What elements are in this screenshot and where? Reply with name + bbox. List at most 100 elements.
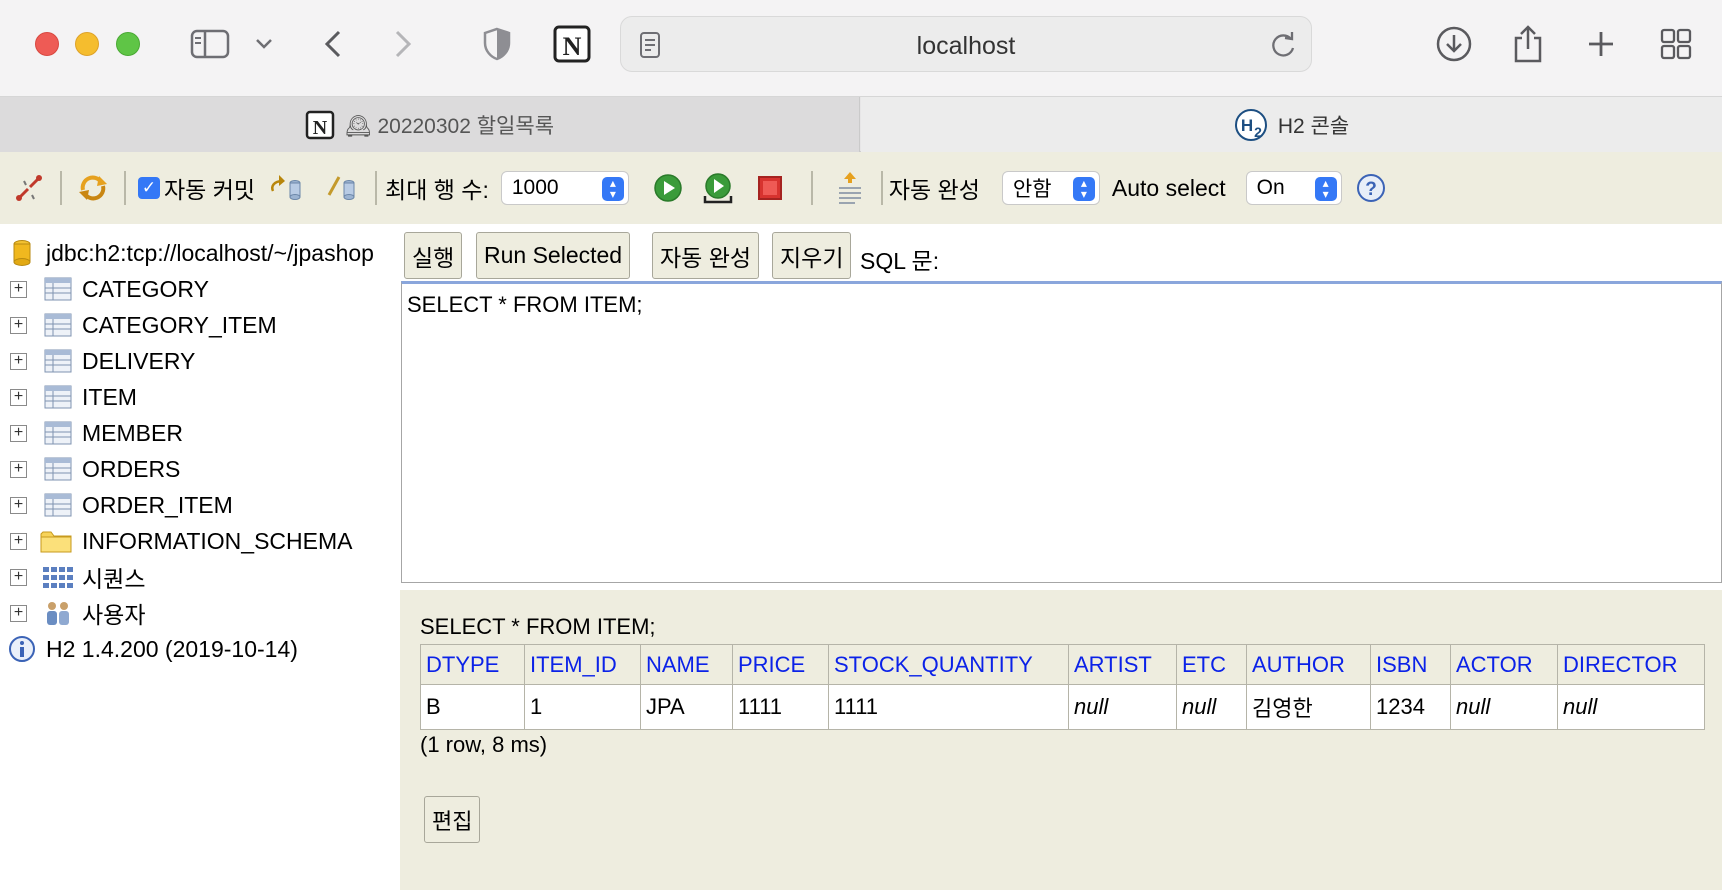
table-icon [44,349,72,373]
max-rows-value: 1000 [511,176,559,199]
expand-icon[interactable]: + [10,604,27,622]
table-label: ORDERS [82,455,181,482]
column-header[interactable]: PRICE [732,644,829,685]
table-icon [44,421,72,445]
run-button[interactable]: 실행 [404,232,463,279]
run-icon[interactable] [651,171,685,205]
table-cell: null [1068,684,1177,730]
result-info: (1 row, 8 ms) [420,732,548,757]
rollback-icon[interactable] [269,171,303,205]
run-selected-button[interactable]: Run Selected [476,232,631,279]
table-label: DELIVERY [82,347,196,374]
table-cell: 1111 [828,684,1069,730]
expand-icon[interactable]: + [10,496,27,514]
tab-overview-icon[interactable] [1658,20,1694,68]
autocomplete-select[interactable]: 안함 ▴ ▾ [1001,171,1100,205]
table-icon [44,277,72,301]
commit-icon[interactable] [325,171,359,205]
table-label: MEMBER [82,419,183,446]
column-header[interactable]: AUTHOR [1246,644,1371,685]
clear-button[interactable]: 지우기 [772,232,852,279]
table-cell: JPA [640,684,733,730]
tab-h2-console[interactable]: H2 H2 콘솔 [861,97,1722,152]
max-rows-select[interactable]: 1000 ▴ ▾ [500,171,629,205]
expand-icon[interactable]: + [10,388,27,406]
tab-todo-label: 🕰 20220302 할일목록 [344,114,555,138]
h2-logo-icon: H2 [1234,108,1267,141]
autocomplete-label: 자동 완성 [888,177,980,203]
schema-label: INFORMATION_SCHEMA [82,527,353,554]
toolbar-separator [375,171,378,205]
refresh-icon[interactable] [76,171,110,205]
toolbar-separator [124,171,126,205]
tab-h2-label: H2 콘솔 [1277,114,1350,138]
table-label: ITEM [82,383,137,410]
table-label: CATEGORY_ITEM [82,311,277,338]
sequence-icon [43,567,73,588]
tab-todo[interactable]: N 🕰 20220302 할일목록 [0,97,860,152]
shield-icon[interactable] [482,20,512,68]
reload-icon[interactable] [1269,30,1297,65]
back-icon[interactable] [318,20,348,68]
column-header[interactable]: ARTIST [1068,644,1177,685]
select-arrows-icon: ▴ ▾ [1314,177,1337,201]
address-bar[interactable]: localhost [620,16,1312,72]
table-cell: null [1450,684,1558,730]
share-icon[interactable] [1510,20,1546,68]
expand-icon[interactable]: + [10,280,27,298]
sql-editor[interactable]: SELECT * FROM ITEM; [401,281,1722,583]
disconnect-icon[interactable] [12,171,46,205]
column-header[interactable]: DIRECTOR [1557,644,1705,685]
download-icon[interactable] [1434,20,1474,68]
expand-icon[interactable]: + [10,568,27,586]
autocomplete-button[interactable]: 자동 완성 [652,232,760,279]
auto-commit-checkbox[interactable]: ✓ [138,177,160,199]
chevron-down-icon[interactable] [252,20,276,68]
table-cell: null [1557,684,1705,730]
info-icon [9,636,35,662]
toolbar-separator [880,171,883,205]
sequences-label: 시퀀스 [82,566,146,592]
column-header[interactable]: ACTOR [1450,644,1558,685]
notion-extension-icon[interactable]: N [552,20,592,68]
table-cell: 1234 [1370,684,1451,730]
select-arrows-icon: ▴ ▾ [601,177,624,201]
version-label: H2 1.4.200 (2019-10-14) [46,635,298,662]
toolbar-separator [60,171,62,205]
url-text: localhost [916,32,1016,60]
result-sql-text: SELECT * FROM ITEM; [420,614,656,639]
expand-icon[interactable]: + [10,352,27,370]
history-icon[interactable] [833,171,867,205]
users-label: 사용자 [82,602,146,628]
expand-icon[interactable]: + [10,532,27,550]
table-cell: B [420,684,525,730]
table-label: CATEGORY [82,275,209,302]
window-close-button[interactable] [35,32,59,56]
table-cell: 1111 [732,684,829,730]
column-header[interactable]: ITEM_ID [524,644,641,685]
auto-select-label: Auto select [1111,174,1226,201]
expand-icon[interactable]: + [10,316,27,334]
edit-button[interactable]: 편집 [424,796,481,843]
svg-text:H: H [1241,116,1253,135]
column-header[interactable]: NAME [640,644,733,685]
expand-icon[interactable]: + [10,460,27,478]
stop-icon[interactable] [753,171,787,205]
toolbar-separator [810,171,813,205]
new-tab-icon[interactable] [1584,20,1618,68]
table-icon [44,457,72,481]
sidebar-toggle-icon[interactable] [188,20,232,68]
column-header[interactable]: ISBN [1370,644,1451,685]
column-header[interactable]: STOCK_QUANTITY [828,644,1069,685]
window-minimize-button[interactable] [75,32,99,56]
column-header[interactable]: DTYPE [420,644,525,685]
forward-icon[interactable] [388,20,418,68]
run-selected-icon[interactable] [701,171,735,205]
expand-icon[interactable]: + [10,424,27,442]
users-icon [47,602,69,625]
connection-label: jdbc:h2:tcp://localhost/~/jpashop [46,239,374,266]
help-icon[interactable]: ? [1354,171,1388,205]
column-header[interactable]: ETC [1176,644,1247,685]
window-maximize-button[interactable] [116,32,140,56]
auto-select-select[interactable]: On ▴ ▾ [1245,171,1342,205]
